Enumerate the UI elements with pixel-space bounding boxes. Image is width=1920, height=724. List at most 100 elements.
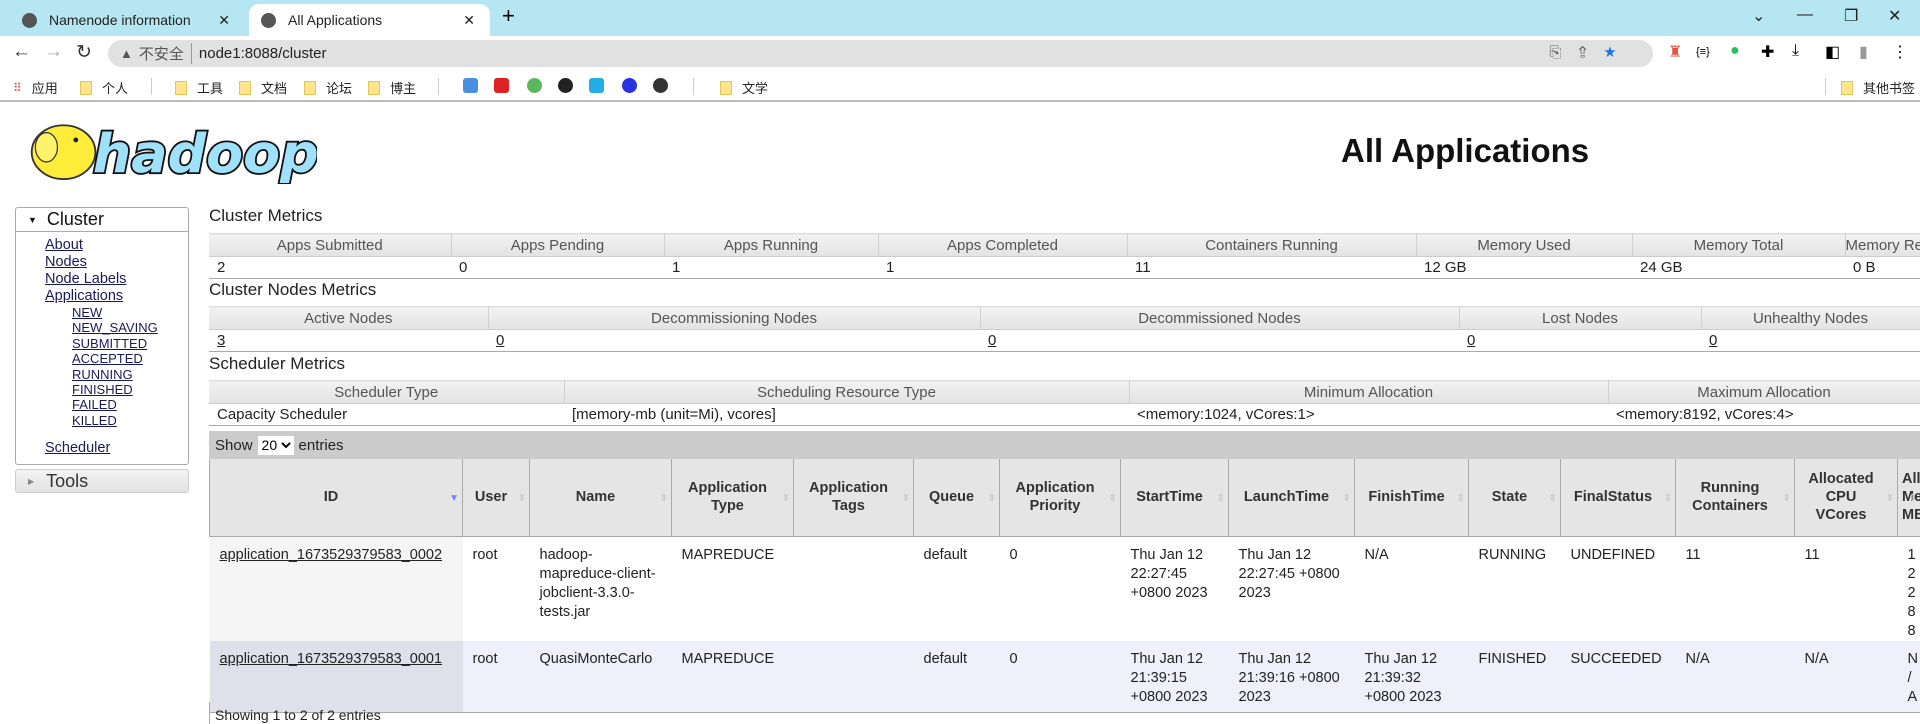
sidebar-link-state-new[interactable]: NEW — [72, 305, 188, 320]
minimize-button[interactable]: — — [1797, 6, 1813, 24]
cluster-section-toggle[interactable]: ▼ Cluster — [16, 208, 188, 232]
json-extension-icon[interactable]: {≡} — [1696, 46, 1710, 58]
column-header-starttime[interactable]: StartTime ⇕ — [1120, 459, 1229, 537]
tools-section-toggle[interactable]: ▶ Tools — [15, 469, 189, 494]
column-header-id[interactable]: ID ▼ — [209, 459, 463, 537]
column-header-application-priority[interactable]: Application Priority ⇕ — [999, 459, 1121, 537]
bilibili-icon[interactable] — [589, 78, 604, 93]
sidebar-link-state-running[interactable]: RUNNING — [72, 367, 188, 382]
application-id-link[interactable]: application_1673529379583_0001 — [220, 651, 443, 667]
column-header-name[interactable]: Name ⇕ — [529, 459, 672, 537]
sort-icon[interactable]: ⇕ — [1217, 490, 1225, 508]
column-header-finalstatus[interactable]: FinalStatus ⇕ — [1560, 459, 1676, 537]
bookmark-star-icon[interactable]: ★ — [1604, 44, 1633, 61]
address-bar[interactable]: ▲ 不安全 node1:8088/cluster ⎘⇪★ — [108, 40, 1653, 67]
share-icon[interactable]: ⇪ — [1578, 44, 1603, 61]
folder-icon — [239, 80, 251, 95]
sort-icon[interactable]: ⇕ — [1886, 490, 1894, 508]
sort-icon[interactable]: ⇕ — [1664, 490, 1672, 508]
sidebar-link-state-new_saving[interactable]: NEW_SAVING — [72, 320, 188, 335]
sort-icon[interactable]: ⇕ — [1109, 490, 1117, 508]
column-header-application-tags[interactable]: Application Tags ⇕ — [793, 459, 914, 537]
sidebar-link-state-accepted[interactable]: ACCEPTED — [72, 351, 188, 366]
metric-link[interactable]: 3 — [217, 332, 225, 349]
column-header-running-containers[interactable]: Running Containers ⇕ — [1675, 459, 1795, 537]
restore-button[interactable]: ❐ — [1844, 6, 1858, 26]
column-header-finishtime[interactable]: FinishTime ⇕ — [1354, 459, 1469, 537]
github-icon[interactable] — [558, 78, 573, 93]
hadoop-logo[interactable]: hadoop — [17, 113, 321, 189]
close-tab-icon[interactable]: ✕ — [463, 12, 475, 29]
bookmark-folder[interactable]: 文学 — [720, 78, 768, 97]
metric-link[interactable]: 0 — [988, 332, 996, 349]
translate-icon[interactable]: ⎘ — [1549, 44, 1578, 61]
evernote-icon[interactable]: ● — [1730, 42, 1740, 60]
column-header-queue[interactable]: Queue ⇕ — [913, 459, 1000, 537]
side-panel-icon[interactable]: ◧ — [1825, 42, 1840, 62]
sort-icon[interactable]: ⇕ — [782, 490, 790, 508]
bookmark-folder[interactable]: 文档 — [239, 78, 287, 97]
bookmark-folder[interactable]: 工具 — [175, 78, 223, 97]
bing-icon[interactable] — [463, 78, 478, 93]
tab-search-icon[interactable]: ⌄ — [1752, 6, 1765, 26]
sidebar-link-node-labels[interactable]: Node Labels — [45, 271, 188, 288]
bookmark-folder[interactable]: 论坛 — [304, 78, 352, 97]
sort-icon[interactable]: ⇕ — [660, 490, 668, 508]
column-header-state[interactable]: State ⇕ — [1468, 459, 1561, 537]
menu-icon[interactable]: ⋮ — [1892, 42, 1908, 62]
bookmark-site-icon[interactable] — [494, 78, 509, 93]
bookmark-site-icon[interactable] — [527, 78, 542, 93]
sidebar-link-state-finished[interactable]: FINISHED — [72, 382, 188, 397]
sidebar-link-state-failed[interactable]: FAILED — [72, 397, 188, 412]
forward-icon[interactable]: → — [44, 41, 63, 63]
metric-link[interactable]: 0 — [1709, 332, 1717, 349]
sidebar-link-state-submitted[interactable]: SUBMITTED — [72, 336, 188, 351]
back-icon[interactable]: ← — [12, 41, 31, 63]
column-header-application-type[interactable]: Application Type ⇕ — [671, 459, 794, 537]
sort-icon[interactable]: ⇕ — [518, 490, 526, 508]
baidu-icon[interactable] — [622, 78, 637, 93]
tab-namenode[interactable]: Namenode information ✕ — [10, 4, 245, 36]
metric-value: 1 — [664, 256, 878, 279]
column-header-launchtime[interactable]: LaunchTime ⇕ — [1228, 459, 1355, 537]
extensions-puzzle-icon[interactable]: ✚ — [1761, 42, 1774, 62]
tab-bar: Namenode information ✕ All Applications ✕ … — [0, 0, 1920, 36]
table-row: application_1673529379583_0002 root hadoop… — [209, 536, 1920, 641]
sidebar-link-nodes[interactable]: Nodes — [45, 254, 188, 271]
vivaldi-icon[interactable] — [653, 78, 668, 93]
sort-icon[interactable]: ⇕ — [1783, 490, 1791, 508]
extension-icon[interactable]: ♜ — [1668, 42, 1682, 62]
page-size-select[interactable]: 20 — [257, 435, 294, 455]
metric-link[interactable]: 0 — [1467, 332, 1475, 349]
sidebar-link-state-killed[interactable]: KILLED — [72, 413, 188, 428]
download-icon[interactable]: ⤓ — [1792, 42, 1799, 60]
sort-icon[interactable]: ⇕ — [902, 490, 910, 508]
new-tab-button[interactable]: + — [502, 3, 515, 29]
sort-icon[interactable]: ⇕ — [1343, 490, 1351, 508]
column-header-allocated-cpu-vcores[interactable]: Allocated CPU VCores ⇕ — [1794, 459, 1898, 537]
cell: RUNNING — [1468, 536, 1561, 641]
profile-avatar[interactable]: ▮ — [1859, 42, 1868, 62]
sort-icon[interactable]: ⇕ — [1457, 490, 1465, 508]
sort-icon[interactable]: ⇕ — [1549, 490, 1557, 508]
bookmark-folder[interactable]: 个人 — [80, 78, 128, 97]
metric-value: 11 — [1127, 256, 1416, 279]
column-header-user[interactable]: User ⇕ — [462, 459, 530, 537]
bookmark-apps[interactable]: ⠿ 应用 — [13, 78, 58, 97]
column-header-allocated-memory-mb[interactable]: Allocated Memory MB⇕ — [1897, 459, 1920, 537]
close-tab-icon[interactable]: ✕ — [218, 12, 230, 29]
sidebar-link-scheduler[interactable]: Scheduler — [45, 440, 188, 457]
url-text[interactable]: node1:8088/cluster — [199, 45, 327, 62]
other-bookmarks[interactable]: 其他书签 — [1841, 78, 1915, 97]
metric-link[interactable]: 0 — [496, 332, 504, 349]
sidebar-link-applications[interactable]: Applications — [45, 288, 188, 305]
close-window-button[interactable]: ✕ — [1888, 6, 1901, 26]
application-id-link[interactable]: application_1673529379583_0002 — [220, 547, 443, 563]
sort-icon[interactable]: ⇕ — [988, 490, 996, 508]
tab-all-applications[interactable]: All Applications ✕ — [249, 4, 490, 36]
sort-icon[interactable]: ⇕ — [1909, 490, 1917, 508]
sort-desc-icon[interactable]: ▼ — [449, 490, 459, 508]
bookmark-folder[interactable]: 博主 — [368, 78, 416, 97]
sidebar-link-about[interactable]: About — [45, 237, 188, 254]
reload-icon[interactable]: ↻ — [76, 41, 92, 64]
